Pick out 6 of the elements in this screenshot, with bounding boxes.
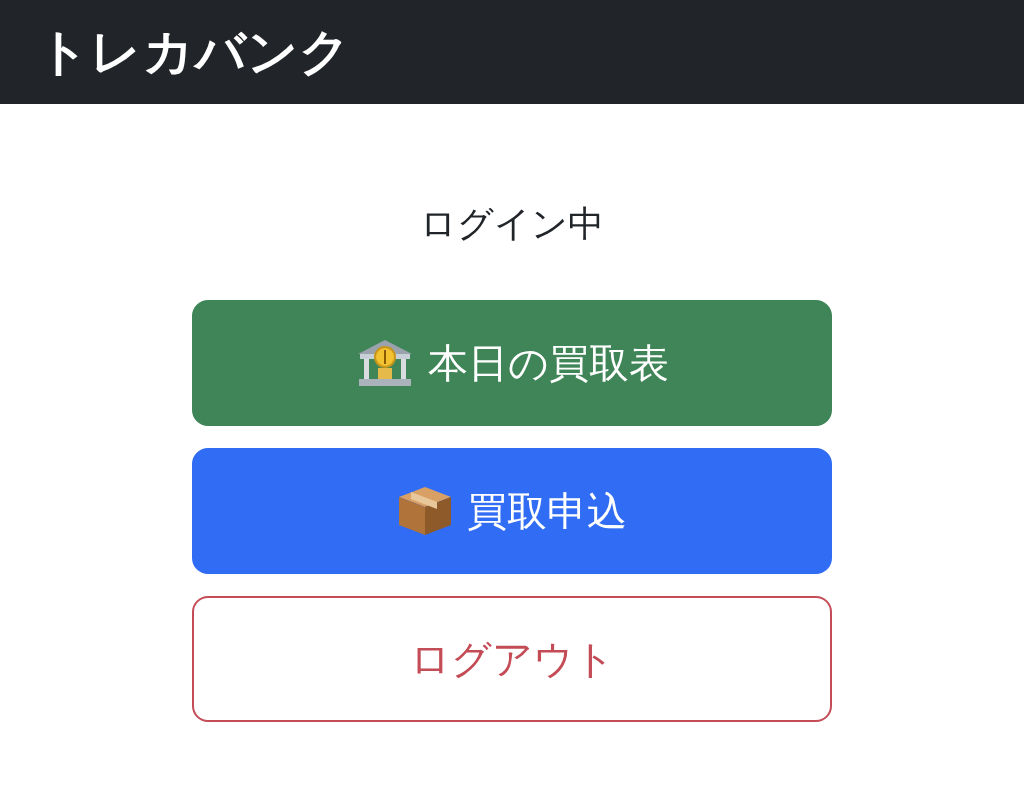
package-icon	[397, 485, 453, 537]
buy-price-list-button[interactable]: 本日の買取表	[192, 300, 832, 426]
login-status-text: ログイン中	[420, 202, 604, 246]
buy-request-button[interactable]: 買取申込	[192, 448, 832, 574]
logout-button[interactable]: ログアウト	[192, 596, 832, 722]
brand-link[interactable]: トレカバンク	[38, 14, 352, 90]
